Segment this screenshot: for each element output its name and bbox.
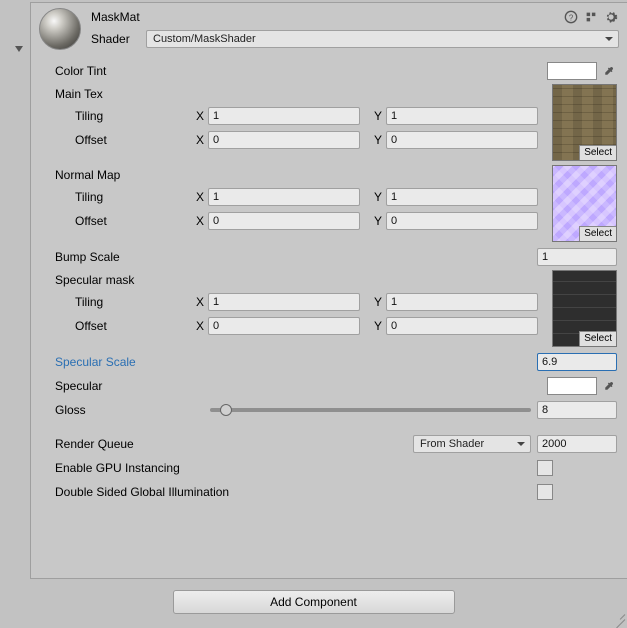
main-tex-slot[interactable]: Select bbox=[552, 84, 617, 161]
gpu-instancing-label: Enable GPU Instancing bbox=[55, 461, 537, 475]
specular-swatch[interactable] bbox=[547, 377, 597, 395]
shader-label: Shader bbox=[91, 32, 146, 46]
main-tex-select-button[interactable]: Select bbox=[579, 145, 616, 160]
spec-mask-offset-y[interactable] bbox=[386, 317, 538, 335]
shader-dropdown[interactable]: Custom/MaskShader bbox=[146, 30, 619, 48]
normal-map-select-button[interactable]: Select bbox=[579, 226, 616, 241]
spec-mask-tiling-y[interactable] bbox=[386, 293, 538, 311]
material-name: MaskMat bbox=[91, 10, 559, 24]
main-tex-offset-x[interactable] bbox=[208, 131, 360, 149]
color-tint-swatch[interactable] bbox=[547, 62, 597, 80]
main-tex-tiling-label: Tiling bbox=[75, 109, 190, 123]
resize-handle-icon[interactable] bbox=[611, 609, 625, 623]
double-sided-gi-label: Double Sided Global Illumination bbox=[55, 485, 537, 499]
spec-mask-tiling-x[interactable] bbox=[208, 293, 360, 311]
gear-icon[interactable] bbox=[603, 9, 619, 25]
render-queue-field[interactable] bbox=[537, 435, 617, 453]
specular-scale-field[interactable] bbox=[537, 353, 617, 371]
svg-text:?: ? bbox=[569, 14, 574, 23]
main-tex-tiling-y[interactable] bbox=[386, 107, 538, 125]
normal-map-slot[interactable]: Select bbox=[552, 165, 617, 242]
normal-map-tiling-y[interactable] bbox=[386, 188, 538, 206]
normal-map-tiling-x[interactable] bbox=[208, 188, 360, 206]
gloss-label: Gloss bbox=[55, 403, 210, 417]
eyedropper-icon[interactable] bbox=[601, 378, 617, 394]
gloss-slider[interactable] bbox=[210, 408, 531, 412]
double-sided-gi-checkbox[interactable] bbox=[537, 484, 553, 500]
render-queue-dropdown[interactable]: From Shader bbox=[413, 435, 531, 453]
spec-mask-offset-x[interactable] bbox=[208, 317, 360, 335]
main-tex-offset-y[interactable] bbox=[386, 131, 538, 149]
main-tex-label: Main Tex bbox=[55, 87, 103, 101]
main-tex-offset-label: Offset bbox=[75, 133, 190, 147]
main-tex-tiling-x[interactable] bbox=[208, 107, 360, 125]
normal-map-label: Normal Map bbox=[55, 168, 120, 182]
preset-icon[interactable] bbox=[583, 9, 599, 25]
color-tint-label: Color Tint bbox=[55, 64, 210, 78]
shader-dropdown-value: Custom/MaskShader bbox=[153, 33, 256, 45]
specular-label: Specular bbox=[55, 379, 210, 393]
chevron-down-icon bbox=[605, 37, 613, 41]
material-preview-sphere bbox=[39, 8, 81, 50]
specular-mask-label: Specular mask bbox=[55, 273, 134, 287]
render-queue-label: Render Queue bbox=[55, 437, 210, 451]
specular-mask-slot[interactable]: Select bbox=[552, 270, 617, 347]
help-icon[interactable]: ? bbox=[563, 9, 579, 25]
specular-mask-select-button[interactable]: Select bbox=[579, 331, 616, 346]
chevron-down-icon bbox=[517, 442, 525, 446]
normal-map-offset-y[interactable] bbox=[386, 212, 538, 230]
material-foldout-icon[interactable] bbox=[15, 46, 23, 52]
specular-scale-label: Specular Scale bbox=[55, 355, 210, 369]
bump-scale-label: Bump Scale bbox=[55, 250, 210, 264]
gpu-instancing-checkbox[interactable] bbox=[537, 460, 553, 476]
add-component-button[interactable]: Add Component bbox=[173, 590, 455, 614]
eyedropper-icon[interactable] bbox=[601, 63, 617, 79]
normal-map-offset-x[interactable] bbox=[208, 212, 360, 230]
gloss-field[interactable] bbox=[537, 401, 617, 419]
bump-scale-field[interactable] bbox=[537, 248, 617, 266]
